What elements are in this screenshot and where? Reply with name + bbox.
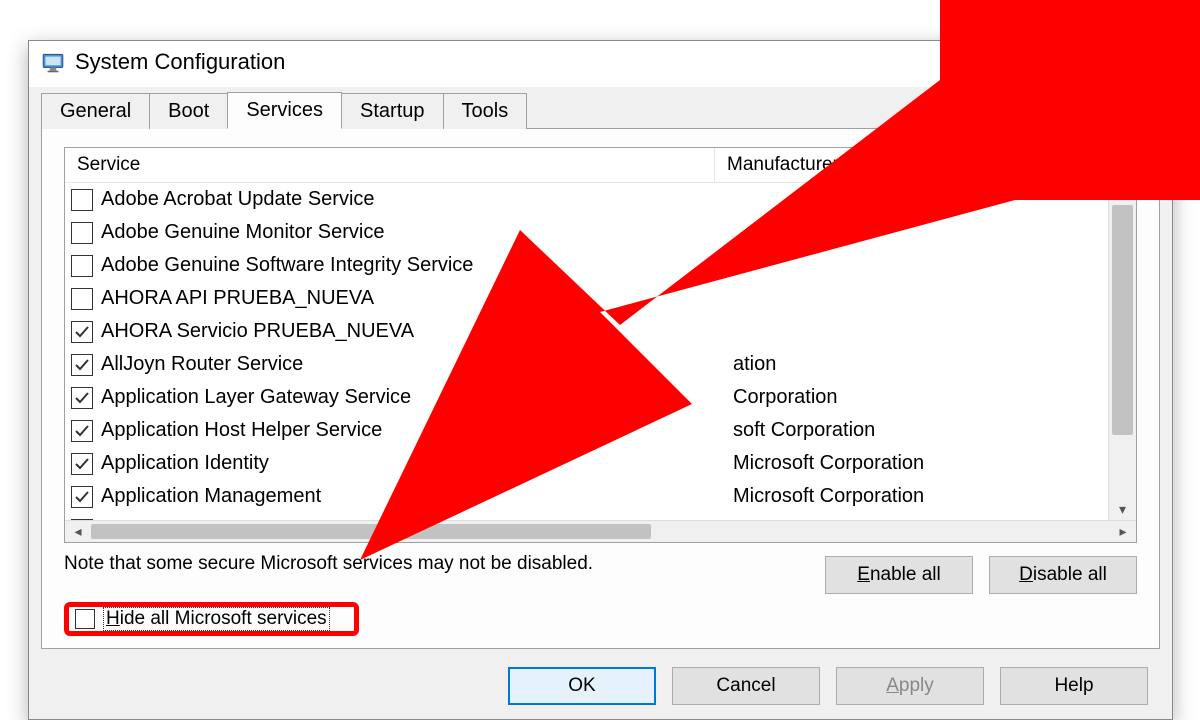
vscroll-thumb[interactable] [1112,205,1133,435]
service-row[interactable]: Application Layer Gateway Service Corpora… [65,381,1108,414]
close-button[interactable] [1124,47,1162,77]
enable-disable-buttons: Enable all Disable all [825,556,1137,594]
apply-button[interactable]: Apply [836,667,984,705]
window-title: System Configuration [75,49,285,75]
system-configuration-dialog: System Configuration GeneralBootServices… [28,40,1173,720]
msconfig-icon [39,48,67,76]
scroll-up-icon[interactable]: ▴ [1109,183,1136,205]
column-service[interactable]: Service [65,148,715,183]
scroll-right-icon[interactable]: ▸ [1110,521,1136,542]
service-name: Application Identity [101,452,269,475]
checkbox-icon[interactable] [71,222,93,244]
hide-microsoft-services-checkbox[interactable]: Hide all Microsoft services [64,602,359,636]
scroll-left-icon[interactable]: ◂ [65,521,91,542]
hide-microsoft-services-label: Hide all Microsoft services [103,607,330,631]
horizontal-scrollbar[interactable]: ◂ ▸ [65,520,1136,542]
service-row[interactable]: AHORA Servicio PRUEBA_NUEVA [65,315,1108,348]
column-manufacturer[interactable]: Manufacturer [715,148,1136,183]
checkbox-icon[interactable] [71,354,93,376]
services-tab-panel: Service Manufacturer Adobe Acrobat Updat… [41,129,1160,649]
service-name: Application Management [101,485,321,508]
checkbox-icon[interactable] [71,321,93,343]
service-row[interactable]: Adobe Acrobat Update Service [65,183,1108,216]
checkbox-icon[interactable] [71,420,93,442]
service-row[interactable]: Adobe Genuine Monitor Service [65,216,1108,249]
checkbox-icon[interactable] [71,387,93,409]
service-name: Adobe Genuine Monitor Service [101,221,385,244]
checkbox-icon[interactable] [71,453,93,475]
service-name: Application Host Helper Service [101,419,382,442]
hscroll-thumb[interactable] [91,524,651,539]
service-row[interactable]: Application Host Helper Service soft Corp… [65,414,1108,447]
checkbox-icon[interactable] [71,189,93,211]
client-area: GeneralBootServicesStartupTools Service … [29,87,1172,719]
service-row[interactable]: Adobe Genuine Software Integrity Service [65,249,1108,282]
titlebar[interactable]: System Configuration [29,41,1172,87]
listview-body: Adobe Acrobat Update Service Adobe Genuin… [65,183,1136,542]
service-name: AHORA Servicio PRUEBA_NUEVA [101,320,414,343]
checkbox-icon[interactable] [71,486,93,508]
checkbox-icon[interactable] [75,609,95,629]
tab-general[interactable]: General [41,93,150,129]
help-button[interactable]: Help [1000,667,1148,705]
checkbox-icon[interactable] [71,255,93,277]
checkbox-icon[interactable] [71,288,93,310]
service-name: Application Layer Gateway Service [101,386,411,409]
service-row[interactable]: AHORA API PRUEBA_NUEVA [65,282,1108,315]
tab-startup[interactable]: Startup [341,93,443,129]
ok-button[interactable]: OK [508,667,656,705]
tab-services[interactable]: Services [227,92,342,129]
service-manufacturer: Microsoft Corporation [721,485,1108,508]
vertical-scrollbar[interactable]: ▴ ▾ [1108,183,1136,520]
enable-all-button[interactable]: Enable all [825,556,973,594]
service-name: Adobe Acrobat Update Service [101,188,375,211]
service-name: AHORA API PRUEBA_NUEVA [101,287,374,310]
cancel-button[interactable]: Cancel [672,667,820,705]
tabstrip: GeneralBootServicesStartupTools [41,87,1160,129]
service-manufacturer: Microsoft Corporation [721,452,1108,475]
service-manufacturer: soft Corporation [721,419,1108,442]
service-row[interactable]: Application Management Microsoft Corporat… [65,480,1108,513]
scroll-down-icon[interactable]: ▾ [1109,498,1136,520]
service-name: Adobe Genuine Software Integrity Service [101,254,473,277]
service-manufacturer: Corporation [721,386,1108,409]
service-name: AllJoyn Router Service [101,353,303,376]
services-listview[interactable]: Service Manufacturer Adobe Acrobat Updat… [64,147,1137,543]
service-row[interactable]: AllJoyn Router Service ation [65,348,1108,381]
disable-all-button[interactable]: Disable all [989,556,1137,594]
tab-tools[interactable]: Tools [443,93,528,129]
listview-header[interactable]: Service Manufacturer [65,148,1136,183]
service-row[interactable]: Application Identity Microsoft Corporatio… [65,447,1108,480]
dialog-buttons: OK Cancel Apply Help [41,661,1160,711]
tab-boot[interactable]: Boot [149,93,228,129]
service-manufacturer: ation [721,353,1108,376]
